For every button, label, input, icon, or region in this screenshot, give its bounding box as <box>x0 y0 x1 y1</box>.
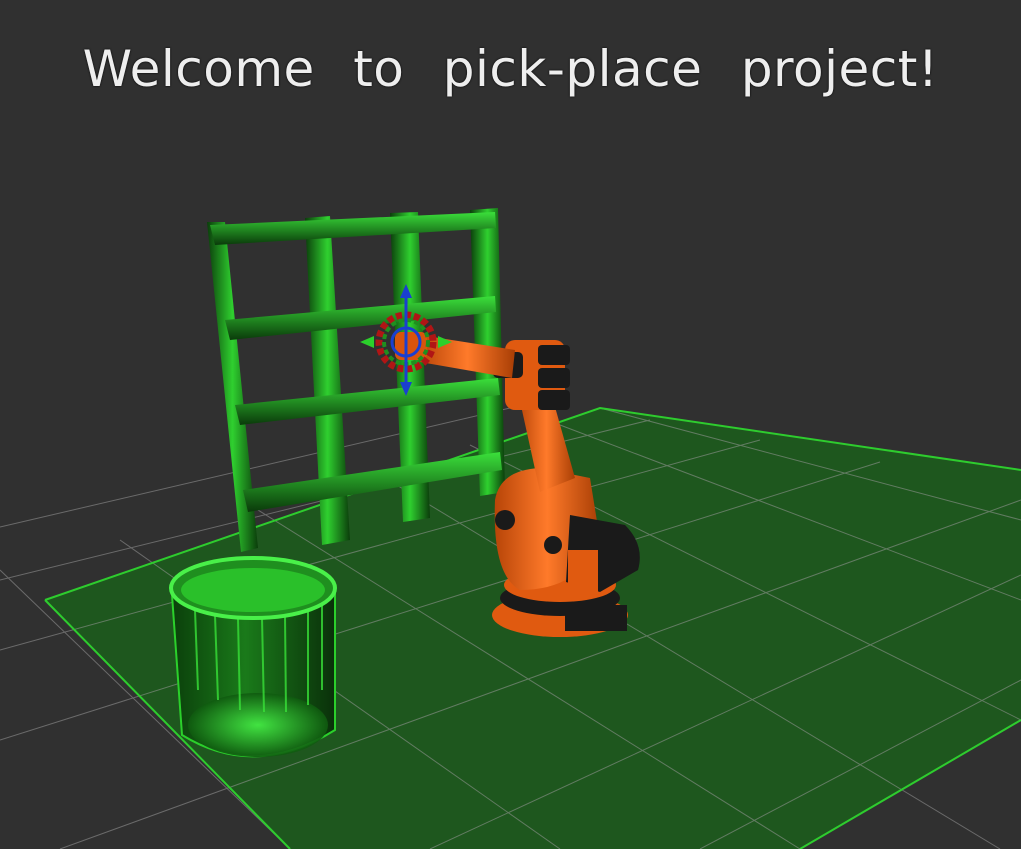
scene-canvas[interactable] <box>0 0 1021 849</box>
dropbox-bin[interactable] <box>169 556 337 758</box>
shelf-board <box>235 378 500 425</box>
shelf-board <box>210 212 496 245</box>
shelf-board <box>225 296 496 340</box>
3d-viewport[interactable]: Welcome to pick-place project! <box>0 0 1021 849</box>
interactive-marker[interactable] <box>360 284 452 396</box>
welcome-banner: Welcome to pick-place project! <box>82 40 939 98</box>
